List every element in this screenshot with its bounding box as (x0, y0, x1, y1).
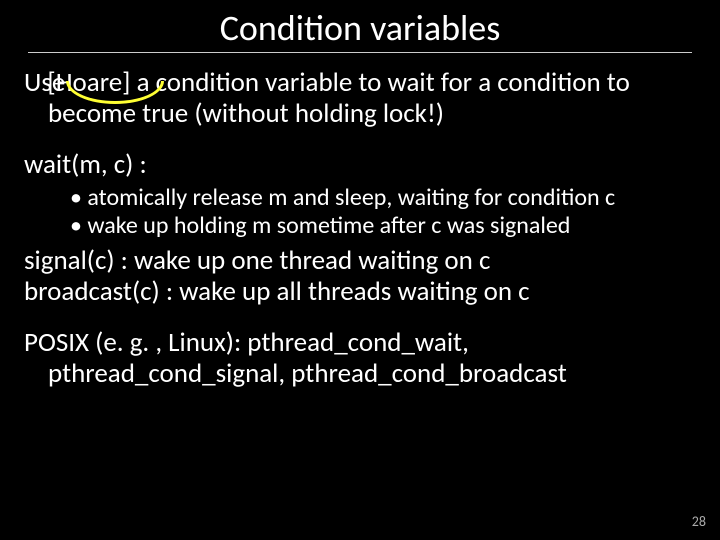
intro-hoare: [Hoare] (47, 66, 130, 99)
page-number: 28 (692, 513, 706, 530)
slide-title: Condition variables (0, 0, 720, 52)
wait-bullet-1: atomically release m and sleep, waiting … (70, 184, 696, 212)
wait-heading: wait(m, c) : (24, 149, 696, 180)
slide-body: Use [Hoare] a condition variable to wait… (0, 67, 720, 390)
wait-bullets: atomically release m and sleep, waiting … (24, 184, 696, 239)
intro-post: a condition variable to wait for a condi… (48, 66, 630, 130)
slide: Condition variables Use [Hoare] a condit… (0, 0, 720, 540)
intro-paragraph: Use [Hoare] a condition variable to wait… (24, 67, 696, 129)
broadcast-line: broadcast(c) : wake up all threads waiti… (24, 276, 696, 307)
posix-line: POSIX (e. g. , Linux): pthread_cond_wait… (24, 327, 696, 389)
wait-bullet-2: wake up holding m sometime after c was s… (70, 212, 696, 240)
hoare-highlight: [Hoare] (71, 67, 130, 98)
title-underline (28, 52, 692, 53)
signal-line: signal(c) : wake up one thread waiting o… (24, 245, 696, 276)
